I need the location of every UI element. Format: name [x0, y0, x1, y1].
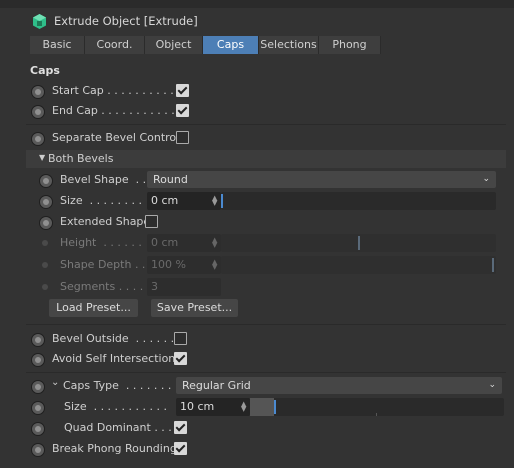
- tab-phong[interactable]: Phong: [319, 36, 381, 54]
- shape-depth-label: Shape Depth . .: [60, 258, 146, 271]
- grid-size-slider[interactable]: [250, 398, 504, 416]
- caps-type-value: Regular Grid: [182, 379, 251, 392]
- tab-selections[interactable]: Selections: [259, 36, 319, 54]
- bevel-outside-keyframe-icon[interactable]: [31, 333, 45, 347]
- collapse-triangle-icon[interactable]: ▼: [39, 153, 45, 162]
- grid-size-slider-handle[interactable]: [274, 400, 276, 414]
- size-keyframe-icon[interactable]: [39, 195, 53, 209]
- break-phong-keyframe-icon[interactable]: [31, 443, 45, 457]
- segments-keyframe-icon: [42, 284, 48, 290]
- avoid-self-label: Avoid Self Intersections: [52, 352, 181, 365]
- grid-size-keyframe-icon[interactable]: [31, 401, 45, 415]
- grid-size-input[interactable]: 10 cm: [176, 398, 250, 416]
- start-cap-checkbox[interactable]: [176, 84, 189, 97]
- break-phong-label: Break Phong Rounding: [52, 442, 177, 455]
- segments-label: Segments . . . .: [60, 280, 144, 293]
- bevel-shape-label: Bevel Shape . .: [60, 173, 147, 186]
- height-stepper-icon: ▲ ▼: [212, 236, 218, 249]
- caps-type-keyframe-icon[interactable]: [31, 380, 45, 394]
- end-cap-checkbox[interactable]: [176, 104, 189, 117]
- tab-coord[interactable]: Coord.: [85, 36, 145, 54]
- end-cap-keyframe-icon[interactable]: [31, 105, 45, 119]
- top-strip: [0, 0, 514, 8]
- shape-depth-slider-handle: [492, 258, 494, 272]
- size-slider[interactable]: [221, 192, 496, 210]
- extrude-object-icon: [33, 14, 46, 29]
- size-input[interactable]: 0 cm: [147, 192, 221, 210]
- grid-size-slider-fill: [250, 398, 274, 416]
- quad-dominant-label: Quad Dominant . . .: [64, 421, 172, 434]
- caps-type-label: Caps Type . . . . . . .: [63, 379, 172, 392]
- object-title: Extrude Object [Extrude]: [54, 14, 198, 28]
- separate-bevel-checkbox[interactable]: [176, 131, 189, 144]
- slider-tick: [376, 413, 377, 416]
- size-stepper-icon[interactable]: ▲ ▼: [212, 195, 217, 207]
- bevel-outside-label: Bevel Outside . . . . . .: [52, 332, 175, 345]
- height-input: 0 cm: [147, 234, 221, 252]
- tab-object[interactable]: Object: [145, 36, 203, 54]
- extended-shape-label: Extended Shape: [60, 215, 151, 228]
- divider: [26, 324, 506, 325]
- bevel-shape-keyframe-icon[interactable]: [39, 174, 53, 188]
- bevel-shape-value: Round: [153, 173, 188, 186]
- height-slider-handle: [358, 236, 360, 250]
- height-keyframe-icon: [42, 240, 48, 246]
- caps-type-dropdown[interactable]: Regular Grid ⌄: [176, 377, 502, 394]
- save-preset-button[interactable]: Save Preset...: [151, 299, 238, 317]
- height-label: Height . . . . . .: [60, 236, 142, 249]
- grid-size-label: Size . . . . . . . . . . .: [64, 400, 168, 413]
- tab-basic[interactable]: Basic: [30, 36, 85, 54]
- size-label: Size . . . . . . . .: [60, 194, 143, 207]
- grid-size-stepper-icon[interactable]: ▲ ▼: [241, 401, 246, 413]
- bevel-outside-checkbox[interactable]: [174, 332, 187, 345]
- avoid-self-keyframe-icon[interactable]: [31, 353, 45, 367]
- avoid-self-checkbox[interactable]: [174, 352, 187, 365]
- quad-dominant-keyframe-icon[interactable]: [31, 422, 45, 436]
- chevron-down-icon: ⌄: [482, 174, 490, 184]
- divider: [26, 124, 506, 125]
- shape-depth-stepper-icon: ▲ ▼: [212, 258, 218, 271]
- caps-type-expand-icon[interactable]: ⌄: [51, 377, 59, 388]
- chevron-down-icon: ⌄: [488, 380, 496, 390]
- size-slider-handle[interactable]: [221, 194, 223, 208]
- quad-dominant-checkbox[interactable]: [174, 421, 187, 434]
- break-phong-checkbox[interactable]: [174, 442, 187, 455]
- both-bevels-label: Both Bevels: [48, 152, 114, 165]
- separate-bevel-keyframe-icon[interactable]: [31, 132, 45, 146]
- tab-bar: Basic Coord. Object Caps Selections Phon…: [30, 36, 381, 54]
- load-preset-button[interactable]: Load Preset...: [49, 299, 138, 317]
- start-cap-label: Start Cap . . . . . . . . . .: [52, 84, 174, 97]
- divider: [26, 372, 506, 373]
- end-cap-label: End Cap . . . . . . . . . . .: [52, 104, 175, 117]
- start-cap-keyframe-icon[interactable]: [31, 85, 45, 99]
- shape-depth-keyframe-icon: [42, 262, 48, 268]
- extended-shape-checkbox[interactable]: [145, 215, 158, 228]
- tab-caps[interactable]: Caps: [203, 36, 259, 54]
- shape-depth-input: 100 %: [147, 256, 221, 274]
- height-slider: [221, 234, 496, 252]
- separate-bevel-label: Separate Bevel Controls: [52, 131, 185, 144]
- shape-depth-slider: [221, 256, 496, 274]
- section-title: Caps: [30, 64, 60, 77]
- extended-shape-keyframe-icon[interactable]: [39, 216, 53, 230]
- bevel-shape-dropdown[interactable]: Round ⌄: [147, 171, 496, 188]
- segments-input: 3: [147, 278, 221, 296]
